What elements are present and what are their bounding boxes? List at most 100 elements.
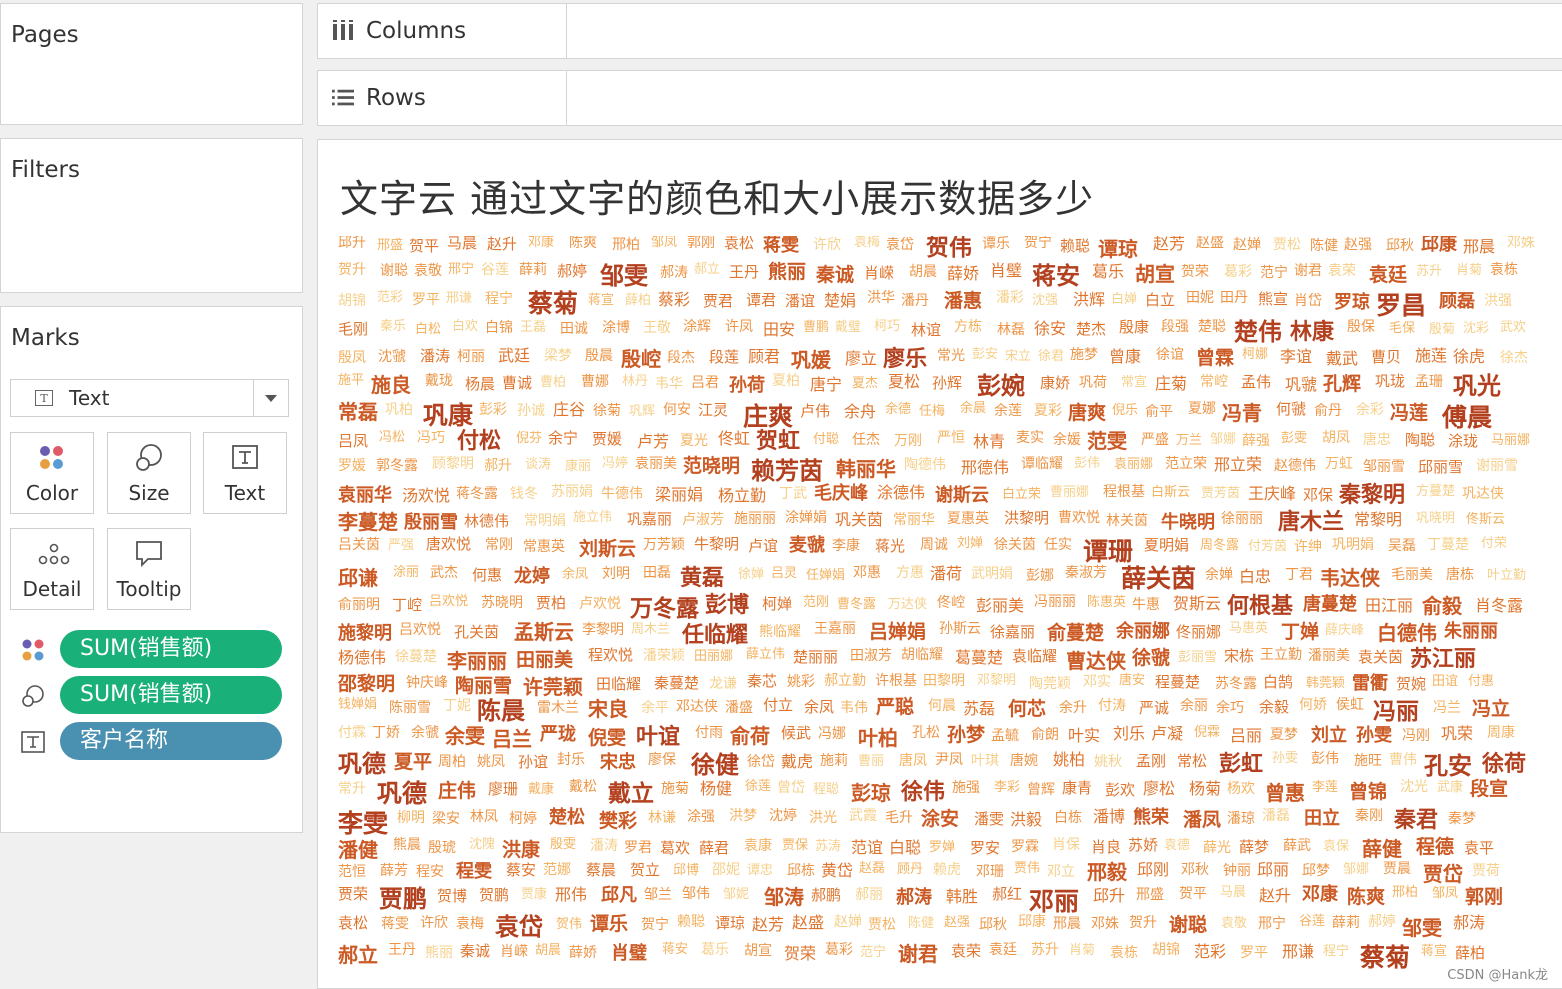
word-cloud-word[interactable]: 段杰	[667, 351, 695, 365]
word-cloud-word[interactable]: 潘凤	[1183, 811, 1221, 830]
word-cloud-word[interactable]: 李蔓楚	[338, 512, 398, 532]
word-cloud-word[interactable]: 徐蔓楚	[395, 650, 437, 664]
word-cloud-word[interactable]: 范晓明	[683, 457, 740, 476]
word-cloud-word[interactable]: 田立	[1304, 810, 1340, 828]
word-cloud-word[interactable]: 薛庆峰	[1325, 624, 1364, 637]
word-cloud-word[interactable]: 蔡安	[506, 863, 536, 878]
word-cloud-word[interactable]: 韦华	[655, 377, 683, 391]
word-cloud-word[interactable]: 徐婵	[738, 568, 764, 581]
word-cloud-word[interactable]: 赵盛	[1196, 236, 1224, 250]
word-cloud-word[interactable]: 杨菊	[1189, 781, 1221, 797]
word-cloud-word[interactable]: 洪华	[867, 291, 895, 305]
word-cloud-word[interactable]: 柯娜	[1242, 348, 1268, 361]
word-cloud-word[interactable]: 殷丽雪	[404, 514, 458, 532]
word-cloud-word[interactable]: 秦乐	[380, 320, 406, 333]
word-cloud-word[interactable]: 段强	[1161, 320, 1189, 334]
word-cloud-word[interactable]: 程宁	[1323, 945, 1349, 958]
word-cloud-word[interactable]: 孟珊	[1415, 375, 1443, 389]
word-cloud-word[interactable]: 邵妮	[712, 863, 740, 877]
word-cloud-word[interactable]: 贾岱	[1423, 864, 1463, 884]
word-cloud-word[interactable]: 苏冬露	[1215, 677, 1257, 691]
word-cloud-word[interactable]: 邢晨	[1463, 239, 1495, 255]
word-cloud-word[interactable]: 余毅	[1259, 700, 1289, 715]
word-cloud-word[interactable]: 周冬露	[1200, 539, 1239, 552]
word-cloud-word[interactable]: 谭乐	[982, 237, 1010, 251]
word-cloud-word[interactable]: 秦淑芳	[1065, 566, 1107, 580]
word-cloud-word[interactable]: 邢德伟	[961, 460, 1009, 476]
word-cloud-word[interactable]: 贺婉	[1396, 677, 1426, 692]
word-cloud-word[interactable]: 常崆	[1200, 375, 1228, 389]
word-cloud-word[interactable]: 朱丽丽	[1444, 623, 1498, 641]
word-cloud-word[interactable]: 潘彩	[996, 291, 1024, 305]
word-cloud-word[interactable]: 程根基	[1103, 485, 1145, 499]
word-cloud-word[interactable]: 林磊	[997, 323, 1025, 337]
word-cloud-word[interactable]: 俞朗	[1031, 728, 1059, 742]
word-cloud-word[interactable]: 万刚	[894, 434, 922, 448]
word-cloud-word[interactable]: 罗霖	[1011, 840, 1039, 854]
word-cloud-word[interactable]: 邢谦	[446, 292, 472, 305]
word-cloud-word[interactable]: 薛君	[699, 841, 729, 856]
word-cloud-word[interactable]: 常丽华	[893, 513, 935, 527]
word-cloud-word[interactable]: 田磊	[643, 566, 671, 580]
word-cloud-word[interactable]: 佟虹	[718, 431, 750, 447]
word-cloud-word[interactable]: 佟斯云	[1466, 513, 1505, 526]
word-cloud-word[interactable]: 邢毅	[1087, 862, 1127, 882]
word-cloud-word[interactable]: 侯虹	[1336, 698, 1364, 712]
word-cloud-word[interactable]: 田安	[763, 322, 795, 338]
word-cloud-word[interactable]: 薛武	[1283, 839, 1311, 853]
word-cloud-word[interactable]: 田丹	[1220, 291, 1248, 305]
tooltip-button[interactable]: Tooltip	[107, 528, 191, 610]
size-button[interactable]: Size	[107, 432, 191, 514]
word-cloud-word[interactable]: 余德	[885, 403, 911, 416]
word-cloud-word[interactable]: 徐杰	[1500, 351, 1528, 365]
word-cloud-word[interactable]: 谭琼	[1098, 239, 1138, 259]
word-cloud-word[interactable]: 孔关茵	[454, 625, 499, 640]
word-cloud-word[interactable]: 谢君	[1294, 264, 1322, 278]
word-cloud-word[interactable]: 贾伟	[1014, 862, 1040, 875]
word-cloud-word[interactable]: 蒋雯	[763, 237, 799, 255]
word-cloud-word[interactable]: 卢伟	[800, 404, 830, 419]
word-cloud-word[interactable]: 林青	[973, 434, 1005, 450]
word-cloud-word[interactable]: 倪雯	[588, 729, 626, 748]
word-cloud-word[interactable]: 汤欢悦	[402, 488, 450, 504]
word-cloud-word[interactable]: 李黎明	[582, 623, 624, 637]
word-cloud-word[interactable]: 施菊	[661, 782, 689, 796]
word-cloud-word[interactable]: 余丽	[1180, 699, 1208, 713]
word-cloud-word[interactable]: 秦黎明	[1339, 485, 1405, 507]
word-cloud-word[interactable]: 夏娜	[1188, 402, 1216, 416]
word-cloud-word[interactable]: 林丹	[622, 375, 648, 388]
word-cloud-word[interactable]: 范雯	[1087, 431, 1127, 451]
word-cloud-word[interactable]: 赖聪	[1060, 239, 1090, 254]
word-cloud-word[interactable]: 丁崆	[392, 598, 422, 613]
word-cloud-word[interactable]: 赵婵	[834, 915, 862, 929]
word-cloud-word[interactable]: 夏光	[680, 434, 708, 448]
word-cloud-word[interactable]: 唐栋	[1446, 568, 1474, 582]
word-cloud-word[interactable]: 余凤	[804, 700, 834, 715]
word-cloud-word[interactable]: 邱康	[1421, 236, 1457, 254]
word-cloud-word[interactable]: 方蔓楚	[1416, 485, 1455, 498]
word-cloud-word[interactable]: 巩珑	[1375, 374, 1405, 389]
word-cloud-word[interactable]: 吕婵娟	[869, 623, 926, 642]
word-cloud-word[interactable]: 候武	[781, 726, 811, 741]
word-cloud-word[interactable]: 段宣	[1470, 780, 1508, 799]
word-cloud-word[interactable]: 袁关茵	[1358, 650, 1403, 665]
word-cloud-word[interactable]: 罗媛	[338, 459, 366, 473]
word-cloud-word[interactable]: 彭琼	[851, 783, 891, 803]
word-cloud-word[interactable]: 范谊	[851, 840, 883, 856]
word-cloud-word[interactable]: 武杰	[430, 566, 458, 580]
word-cloud-word[interactable]: 唐安	[1119, 674, 1145, 687]
word-cloud-word[interactable]: 徐虎	[1453, 349, 1485, 365]
word-cloud-word[interactable]: 蔡菊	[1360, 945, 1410, 970]
word-cloud-word[interactable]: 叶谊	[636, 727, 680, 749]
word-cloud-word[interactable]: 秦君	[1394, 810, 1438, 832]
word-cloud-word[interactable]: 叶立勤	[1487, 569, 1526, 582]
word-cloud-word[interactable]: 林关茵	[1106, 514, 1148, 528]
word-cloud-word[interactable]: 潘雯	[974, 812, 1004, 827]
word-cloud-word[interactable]: 许欣	[813, 238, 841, 252]
word-cloud-word[interactable]: 沈强	[1032, 294, 1058, 307]
word-cloud-word[interactable]: 赵升	[1259, 888, 1291, 904]
word-cloud-word[interactable]: 彭安	[972, 348, 998, 361]
word-cloud-word[interactable]: 巩达侠	[1462, 487, 1504, 501]
word-cloud-word[interactable]: 柯丽	[457, 350, 485, 364]
word-cloud-word[interactable]: 涂丽	[393, 566, 419, 579]
